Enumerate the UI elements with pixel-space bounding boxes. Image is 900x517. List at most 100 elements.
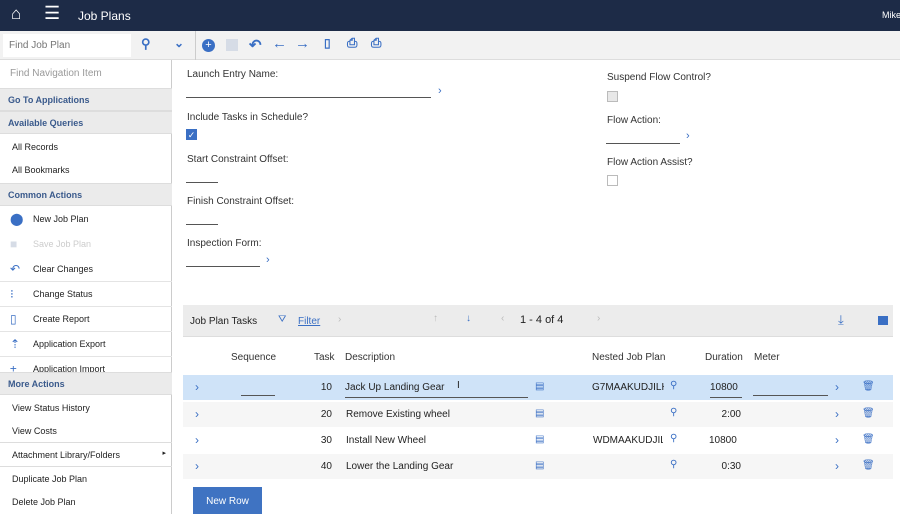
task-cell: 10 xyxy=(320,382,332,393)
user-name[interactable]: Mike xyxy=(882,10,900,20)
col-task[interactable]: Task xyxy=(314,352,335,363)
action-application-export[interactable]: ⇡ Application Export xyxy=(0,332,172,357)
view-status-history[interactable]: View Status History xyxy=(0,396,172,420)
trash-icon[interactable]: 🗑 xyxy=(862,408,875,419)
finish-offset-label: Finish Constraint Offset: xyxy=(187,196,295,207)
expand-icon[interactable] xyxy=(878,316,888,325)
action-create-report[interactable]: ▯ Create Report xyxy=(0,307,172,332)
search-icon[interactable]: ⚲ xyxy=(670,380,677,391)
nested-job-plan-input[interactable]: G7MAAKUDJILH xyxy=(592,382,664,393)
find-job-plan-input[interactable] xyxy=(3,34,131,57)
print-icon-2[interactable]: ⎙ xyxy=(371,35,381,51)
menu-icon[interactable]: ☰ xyxy=(44,3,60,24)
search-icon[interactable]: ⚲ xyxy=(670,459,677,470)
delete-job-plan[interactable]: Delete Job Plan xyxy=(0,490,172,514)
action-new-job-plan[interactable]: ⬤ New Job Plan xyxy=(0,207,172,232)
finish-offset-input[interactable] xyxy=(186,224,218,225)
calendar-icon[interactable]: ▤ xyxy=(535,381,544,392)
trash-icon[interactable]: 🗑 xyxy=(862,381,875,392)
col-description[interactable]: Description xyxy=(345,352,395,363)
action-change-status[interactable]: ⁝ Change Status xyxy=(0,282,172,307)
flow-assist-label: Flow Action Assist? xyxy=(607,157,693,168)
chevron-right-icon[interactable]: › xyxy=(835,459,839,473)
undo-icon: ↶ xyxy=(10,262,21,276)
sequence-input[interactable] xyxy=(241,395,275,396)
more-actions-header: More Actions xyxy=(0,372,172,395)
start-offset-label: Start Constraint Offset: xyxy=(187,154,289,165)
table-header: Sequence Task Description Nested Job Pla… xyxy=(183,345,893,370)
calendar-icon[interactable]: ▤ xyxy=(535,460,544,471)
col-nested-job-plan[interactable]: Nested Job Plan xyxy=(592,352,665,363)
search-icon[interactable]: ⚲ xyxy=(670,433,677,444)
home-icon[interactable]: ⌂ xyxy=(11,4,21,24)
report-icon[interactable]: ▯ xyxy=(324,36,331,50)
start-offset-input[interactable] xyxy=(186,182,218,183)
action-application-import[interactable]: ± Application Import xyxy=(0,357,172,372)
flow-assist-checkbox[interactable] xyxy=(607,175,618,186)
page-title: Job Plans xyxy=(78,9,131,23)
go-to-applications[interactable]: Go To Applications xyxy=(0,88,172,111)
arrow-down-icon[interactable]: ↓ xyxy=(466,313,471,324)
prev-page-icon: ‹ xyxy=(501,313,505,324)
query-all-bookmarks[interactable]: All Bookmarks xyxy=(0,158,172,182)
duplicate-job-plan[interactable]: Duplicate Job Plan xyxy=(0,467,172,491)
col-duration[interactable]: Duration xyxy=(705,352,743,363)
find-navigation-input[interactable]: Find Navigation Item xyxy=(0,62,172,86)
include-tasks-checkbox[interactable]: ✓ xyxy=(186,129,197,140)
description-input[interactable]: Jack Up Landing Gear xyxy=(345,382,528,398)
query-all-records[interactable]: All Records xyxy=(0,135,172,159)
trash-icon[interactable]: 🗑 xyxy=(862,460,875,471)
arrow-left-icon[interactable]: ← xyxy=(272,35,287,52)
arrow-right-icon[interactable]: → xyxy=(295,35,310,52)
trash-icon[interactable]: 🗑 xyxy=(862,434,875,445)
undo-icon[interactable]: ↶ xyxy=(249,36,262,54)
view-costs[interactable]: View Costs xyxy=(0,419,172,443)
action-clear-changes[interactable]: ↶ Clear Changes xyxy=(0,257,172,282)
task-cell: 20 xyxy=(320,409,332,420)
table-row[interactable]: › 10 Jack Up Landing Gear I ▤ G7MAAKUDJI… xyxy=(183,375,893,400)
next-page-icon: › xyxy=(597,313,601,324)
chevron-right-icon[interactable]: › xyxy=(266,254,270,266)
meter-input[interactable] xyxy=(753,395,828,396)
caret-right-icon: ▸ xyxy=(162,450,166,457)
search-icon[interactable]: ⚲ xyxy=(141,36,151,52)
col-sequence[interactable]: Sequence xyxy=(231,352,276,363)
new-icon[interactable]: + xyxy=(202,39,215,52)
search-icon[interactable]: ⚲ xyxy=(670,407,677,418)
col-meter[interactable]: Meter xyxy=(754,352,780,363)
table-row[interactable]: › 40 Lower the Landing Gear ▤ ⚲ 0:30 › 🗑 xyxy=(183,454,893,479)
chevron-right-icon[interactable]: › xyxy=(438,85,442,97)
expand-row-icon[interactable]: › xyxy=(195,380,199,394)
table-row[interactable]: › 30 Install New Wheel ▤ WDMAAKUDJIL ⚲ 1… xyxy=(183,428,893,453)
description-cell: Lower the Landing Gear xyxy=(346,461,454,472)
expand-row-icon[interactable]: › xyxy=(195,459,199,473)
save-icon: ■ xyxy=(10,237,18,251)
include-tasks-label: Include Tasks in Schedule? xyxy=(187,112,309,123)
table-row[interactable]: › 20 Remove Existing wheel ▤ ⚲ 2:00 › 🗑 xyxy=(183,402,893,427)
nested-job-plan-cell: WDMAAKUDJIL xyxy=(593,435,663,446)
download-icon[interactable]: ⤓ xyxy=(838,312,844,328)
calendar-icon[interactable]: ▤ xyxy=(535,408,544,419)
chevron-right-icon[interactable]: › xyxy=(835,380,839,394)
plus-circle-icon: ⬤ xyxy=(10,212,24,226)
launch-entry-input[interactable] xyxy=(186,97,431,98)
flow-action-input[interactable] xyxy=(606,143,680,144)
chevron-right-icon[interactable]: › xyxy=(686,130,690,142)
chevron-right-icon[interactable]: › xyxy=(835,407,839,421)
duration-input[interactable]: 10800 xyxy=(710,382,742,398)
common-actions-header: Common Actions xyxy=(0,183,172,206)
chevron-right-icon[interactable]: › xyxy=(835,433,839,447)
new-row-button[interactable]: New Row xyxy=(193,487,262,514)
action-save-job-plan: ■ Save Job Plan xyxy=(10,237,92,251)
print-icon[interactable]: ⎙ xyxy=(347,35,357,51)
filter-icon[interactable]: ⛛ xyxy=(278,314,286,325)
available-queries-header: Available Queries xyxy=(0,111,172,134)
suspend-flow-checkbox[interactable] xyxy=(607,91,618,102)
expand-row-icon[interactable]: › xyxy=(195,407,199,421)
attachment-library[interactable]: Attachment Library/Folders ▸ xyxy=(0,443,172,467)
chevron-down-icon[interactable]: ⌄ xyxy=(174,36,184,50)
filter-link[interactable]: Filter xyxy=(298,316,320,327)
expand-row-icon[interactable]: › xyxy=(195,433,199,447)
calendar-icon[interactable]: ▤ xyxy=(535,434,544,445)
inspection-form-input[interactable] xyxy=(186,266,260,267)
